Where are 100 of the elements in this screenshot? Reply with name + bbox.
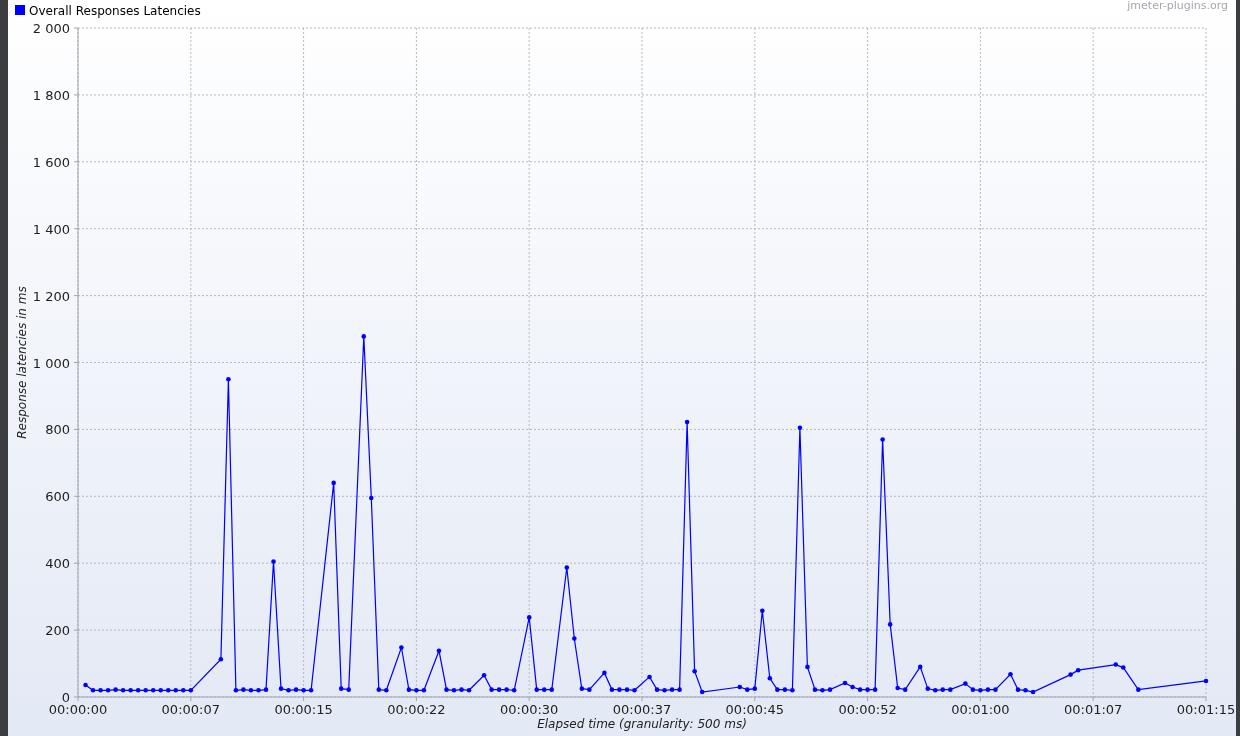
data-point	[887, 622, 893, 627]
data-point	[504, 687, 509, 692]
data-point	[940, 687, 946, 692]
y-tick-label: 1 600	[32, 154, 70, 170]
legend-label: Overall Responses Latencies	[29, 4, 201, 18]
data-point	[143, 688, 148, 693]
data-point	[760, 608, 765, 613]
data-point	[120, 688, 126, 693]
data-point	[301, 688, 306, 693]
data-point	[985, 687, 991, 692]
data-point	[436, 648, 442, 654]
data-point	[1203, 678, 1209, 684]
data-point	[737, 684, 743, 690]
data-point	[150, 688, 156, 693]
data-point	[526, 615, 532, 620]
x-tick-label: 00:01:07	[1064, 702, 1123, 717]
data-point	[226, 376, 231, 382]
x-tick-label: 00:00:07	[161, 702, 220, 717]
y-tick-label: 0	[61, 690, 70, 705]
data-point	[376, 687, 382, 692]
data-point	[895, 685, 900, 691]
data-point	[850, 684, 855, 690]
data-point	[511, 688, 517, 693]
data-point	[361, 334, 367, 339]
data-point	[338, 686, 344, 691]
data-point	[489, 687, 494, 692]
data-point	[797, 425, 803, 431]
data-point	[654, 687, 660, 692]
data-point	[549, 687, 555, 692]
data-point	[699, 689, 705, 695]
data-point	[459, 687, 464, 692]
y-tick-label: 600	[45, 489, 70, 505]
data-point	[564, 565, 570, 570]
data-point	[865, 687, 870, 692]
data-point	[857, 687, 863, 692]
data-point	[775, 687, 780, 692]
data-point	[346, 687, 351, 692]
data-point	[925, 686, 931, 691]
data-point	[963, 681, 968, 686]
data-point	[902, 687, 908, 692]
y-tick-label: 2 000	[32, 21, 70, 36]
data-point	[872, 687, 878, 692]
x-tick-label: 00:00:22	[387, 702, 446, 717]
data-point	[83, 682, 88, 688]
x-tick-label: 00:00:52	[838, 702, 897, 717]
data-point	[647, 674, 652, 680]
y-tick-label: 800	[45, 422, 70, 438]
y-tick-label: 1 000	[32, 355, 70, 371]
data-point	[263, 687, 269, 692]
y-tick-label: 1 800	[32, 87, 70, 103]
data-point	[993, 687, 998, 692]
data-point	[970, 687, 976, 692]
data-point	[978, 688, 983, 693]
data-point	[767, 675, 773, 681]
data-point	[128, 688, 133, 693]
x-tick-label: 00:00:00	[48, 702, 108, 717]
data-point	[1136, 687, 1141, 692]
data-point	[1008, 671, 1013, 677]
data-point	[752, 686, 758, 691]
x-tick-label: 00:00:15	[274, 702, 333, 717]
data-point	[113, 687, 118, 692]
data-point	[684, 419, 690, 425]
data-point	[948, 687, 953, 692]
data-point	[692, 668, 697, 674]
data-point	[534, 687, 539, 692]
data-point	[1015, 687, 1021, 692]
data-point	[188, 688, 194, 693]
data-point	[662, 688, 667, 693]
data-point	[451, 688, 457, 693]
data-point	[90, 688, 96, 693]
data-point	[496, 687, 502, 692]
data-point	[444, 687, 449, 692]
data-point	[105, 688, 111, 693]
x-tick-label: 00:01:15	[1176, 702, 1236, 717]
data-point	[256, 688, 261, 693]
data-point	[384, 688, 389, 693]
data-point	[917, 664, 923, 670]
data-point	[933, 688, 938, 693]
data-point	[406, 687, 412, 692]
data-point	[414, 688, 419, 693]
data-point	[790, 688, 795, 693]
x-tick-label: 00:00:30	[500, 702, 559, 717]
data-point	[541, 687, 547, 692]
data-point	[233, 688, 239, 693]
data-point	[181, 688, 186, 693]
data-point	[572, 636, 577, 641]
data-point	[880, 437, 885, 442]
x-axis-title: Elapsed time (granularity: 500 ms)	[537, 717, 747, 731]
data-point	[1113, 662, 1119, 667]
data-point	[624, 687, 630, 692]
credit-text: jmeter-plugins.org	[1127, 0, 1228, 12]
data-point	[466, 688, 472, 693]
y-tick-label: 200	[45, 623, 70, 639]
y-axis-title: Response latencies in ms	[15, 286, 29, 439]
data-point	[1121, 665, 1126, 670]
data-point	[805, 664, 810, 670]
data-point	[331, 480, 336, 486]
data-point	[271, 559, 276, 564]
data-point	[158, 688, 163, 693]
data-point	[632, 688, 637, 693]
